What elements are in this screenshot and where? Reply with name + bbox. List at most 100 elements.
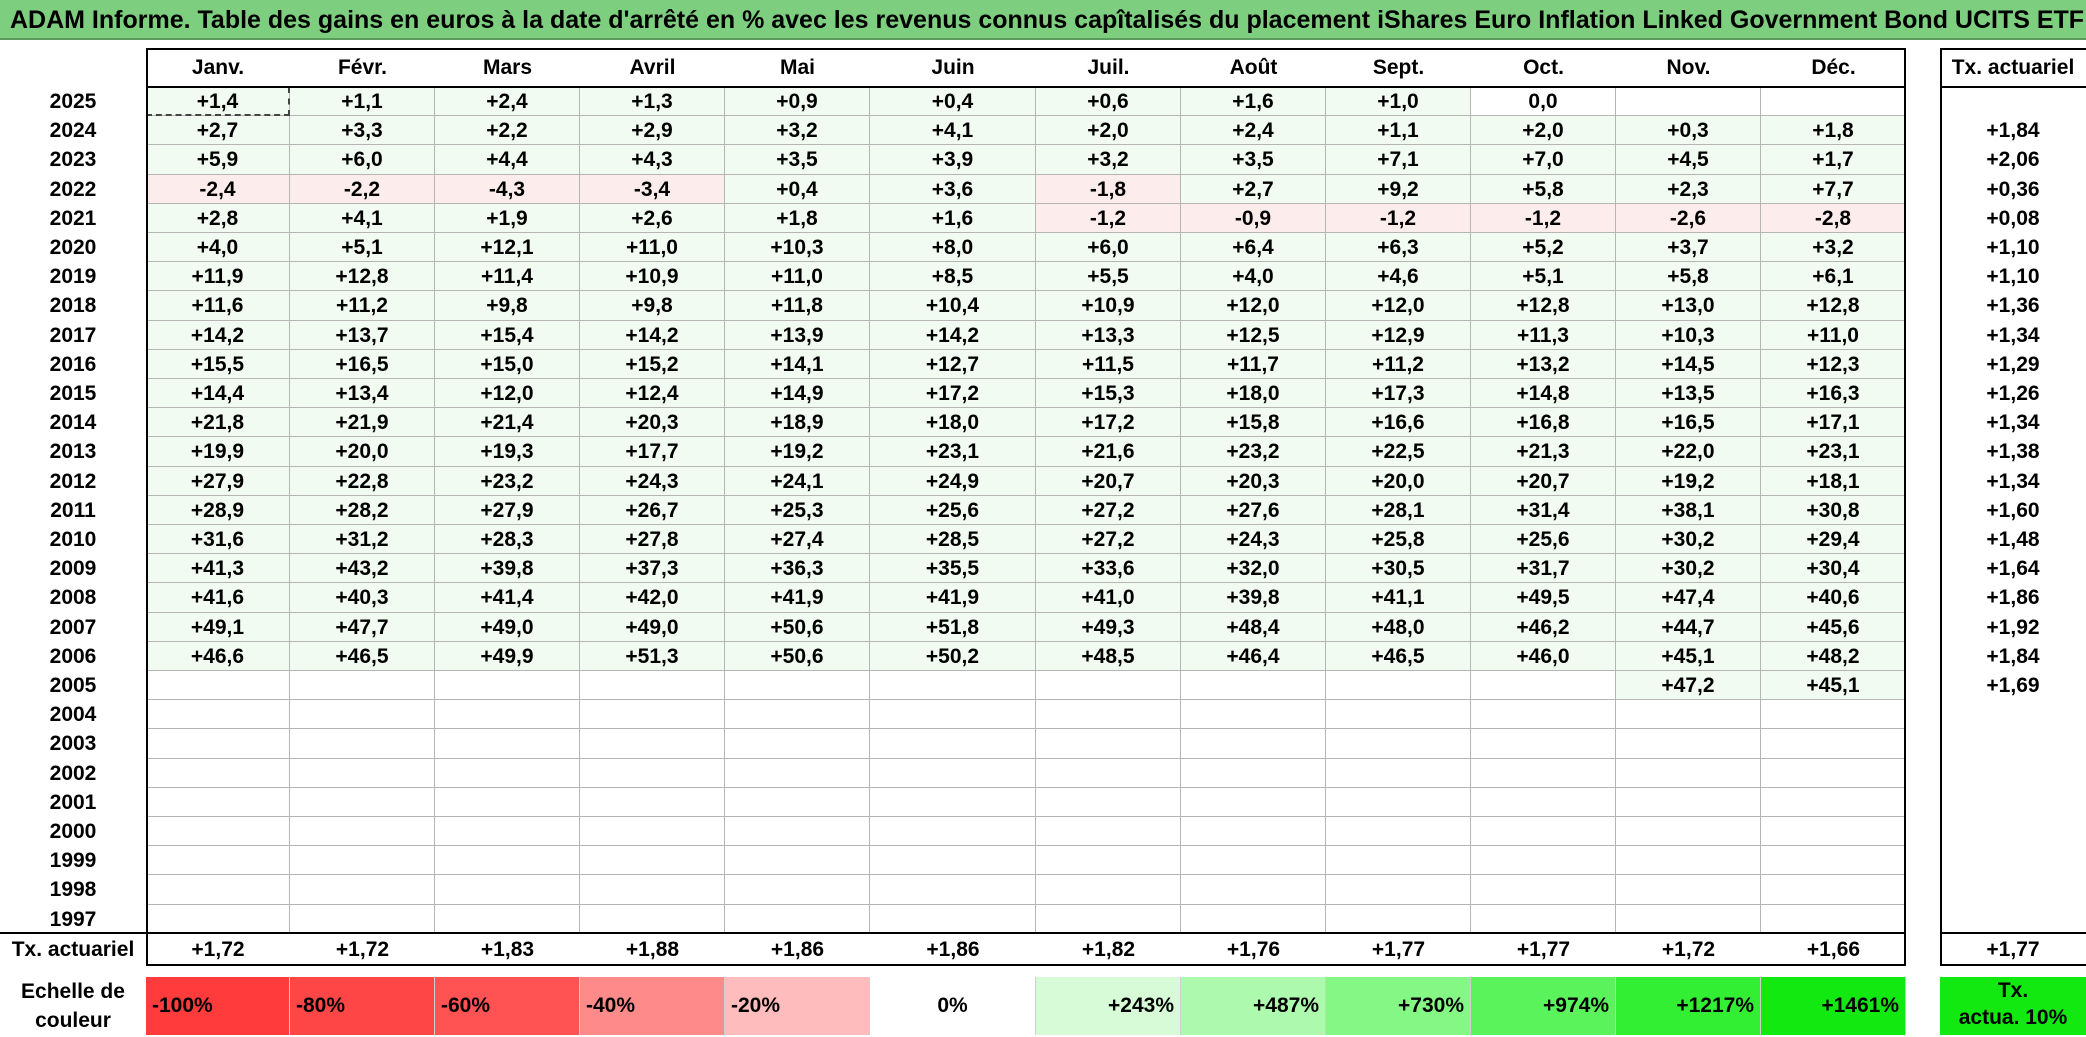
year-label[interactable]: 2010 [0,525,146,554]
table-cell[interactable]: +6,3 [1326,233,1471,263]
table-cell[interactable] [435,729,580,759]
table-cell[interactable]: +13,5 [1616,379,1761,409]
month-header[interactable]: Sept. [1326,48,1471,87]
table-cell[interactable]: +50,6 [725,612,870,642]
table-cell[interactable]: +16,5 [1616,408,1761,438]
table-cell[interactable]: +45,1 [1761,671,1906,701]
table-cell[interactable] [146,671,290,701]
annual-rate-cell[interactable] [1940,729,2086,758]
table-cell[interactable]: +2,8 [146,203,290,233]
annual-rate-cell[interactable]: +0,08 [1940,204,2086,233]
table-cell[interactable]: +40,6 [1761,583,1906,613]
table-cell[interactable]: +21,3 [1471,437,1616,467]
annual-rate-cell[interactable]: +1,26 [1940,379,2086,408]
table-cell[interactable]: +21,8 [146,408,290,438]
table-cell[interactable] [435,817,580,847]
table-cell[interactable]: +2,3 [1616,174,1761,204]
table-cell[interactable]: +14,2 [870,320,1036,350]
table-cell[interactable]: +19,3 [435,437,580,467]
annual-rate-cell[interactable]: +2,06 [1940,145,2086,174]
year-label[interactable]: 1997 [0,905,146,934]
table-cell[interactable]: -0,9 [1181,203,1326,233]
table-cell[interactable]: -2,4 [146,174,290,204]
table-cell[interactable] [580,846,725,876]
table-cell[interactable]: +46,2 [1471,612,1616,642]
table-cell[interactable]: +11,4 [435,262,580,292]
table-cell[interactable]: +28,9 [146,495,290,525]
table-cell[interactable] [146,729,290,759]
table-cell[interactable]: +4,4 [435,145,580,175]
table-cell[interactable]: +50,2 [870,641,1036,671]
table-cell[interactable]: +4,6 [1326,262,1471,292]
table-cell[interactable] [870,671,1036,701]
table-cell[interactable]: +25,6 [870,495,1036,525]
table-cell[interactable]: +41,4 [435,583,580,613]
table-cell[interactable] [1181,787,1326,817]
table-cell[interactable]: +30,5 [1326,554,1471,584]
table-cell[interactable]: +19,2 [725,437,870,467]
table-cell[interactable]: +9,8 [580,291,725,321]
table-cell[interactable]: +1,8 [1761,116,1906,146]
table-cell[interactable]: +16,8 [1471,408,1616,438]
table-cell[interactable]: +1,1 [290,87,435,117]
table-cell[interactable] [1471,846,1616,876]
month-header[interactable]: Nov. [1616,48,1761,87]
table-cell[interactable]: +1,1 [1326,116,1471,146]
year-label[interactable]: 2019 [0,262,146,291]
table-cell[interactable] [580,904,725,934]
year-label[interactable]: 1998 [0,875,146,904]
annual-rate-cell[interactable]: +1,38 [1940,437,2086,466]
footer-total-rate[interactable]: +1,77 [1940,933,2086,966]
table-cell[interactable] [870,758,1036,788]
table-cell[interactable] [290,700,435,730]
year-label[interactable]: 2008 [0,583,146,612]
table-cell[interactable]: +15,4 [435,320,580,350]
table-cell[interactable]: +41,9 [725,583,870,613]
table-cell[interactable]: +26,7 [580,495,725,525]
table-cell[interactable] [1326,787,1471,817]
table-cell[interactable] [290,875,435,905]
table-cell[interactable] [870,904,1036,934]
table-cell[interactable]: +13,9 [725,320,870,350]
table-cell[interactable]: +46,0 [1471,641,1616,671]
table-cell[interactable] [580,787,725,817]
table-cell[interactable]: -2,2 [290,174,435,204]
annual-rate-cell[interactable] [1940,846,2086,875]
table-cell[interactable]: +9,2 [1326,174,1471,204]
table-cell[interactable] [725,787,870,817]
year-label[interactable]: 2002 [0,759,146,788]
table-cell[interactable]: +4,0 [1181,262,1326,292]
table-cell[interactable]: +12,4 [580,379,725,409]
table-cell[interactable]: +20,3 [580,408,725,438]
table-cell[interactable]: +14,1 [725,349,870,379]
table-cell[interactable]: +11,3 [1471,320,1616,350]
table-cell[interactable]: +22,0 [1616,437,1761,467]
table-cell[interactable]: +39,8 [1181,583,1326,613]
table-cell[interactable]: +22,8 [290,466,435,496]
table-cell[interactable]: +20,0 [1326,466,1471,496]
table-cell[interactable]: +49,9 [435,641,580,671]
footer-rate-cell[interactable]: +1,82 [1036,933,1181,966]
table-cell[interactable]: +15,2 [580,349,725,379]
table-cell[interactable]: +0,4 [725,174,870,204]
footer-rate-cell[interactable]: +1,76 [1181,933,1326,966]
table-cell[interactable]: +18,0 [1181,379,1326,409]
table-cell[interactable]: +31,6 [146,525,290,555]
table-cell[interactable]: +14,5 [1616,349,1761,379]
table-cell[interactable] [1181,729,1326,759]
table-cell[interactable]: -1,8 [1036,174,1181,204]
table-cell[interactable] [146,904,290,934]
month-header[interactable]: Oct. [1471,48,1616,87]
table-cell[interactable]: +50,6 [725,641,870,671]
table-cell[interactable]: +0,4 [870,87,1036,117]
table-cell[interactable] [1181,875,1326,905]
table-cell[interactable] [1326,671,1471,701]
table-cell[interactable]: +24,9 [870,466,1036,496]
table-cell[interactable] [1036,817,1181,847]
table-cell[interactable]: +7,7 [1761,174,1906,204]
table-cell[interactable]: +25,6 [1471,525,1616,555]
table-cell[interactable]: +10,4 [870,291,1036,321]
table-cell[interactable]: +3,2 [725,116,870,146]
table-cell[interactable]: +1,4 [146,87,290,117]
table-cell[interactable] [146,817,290,847]
